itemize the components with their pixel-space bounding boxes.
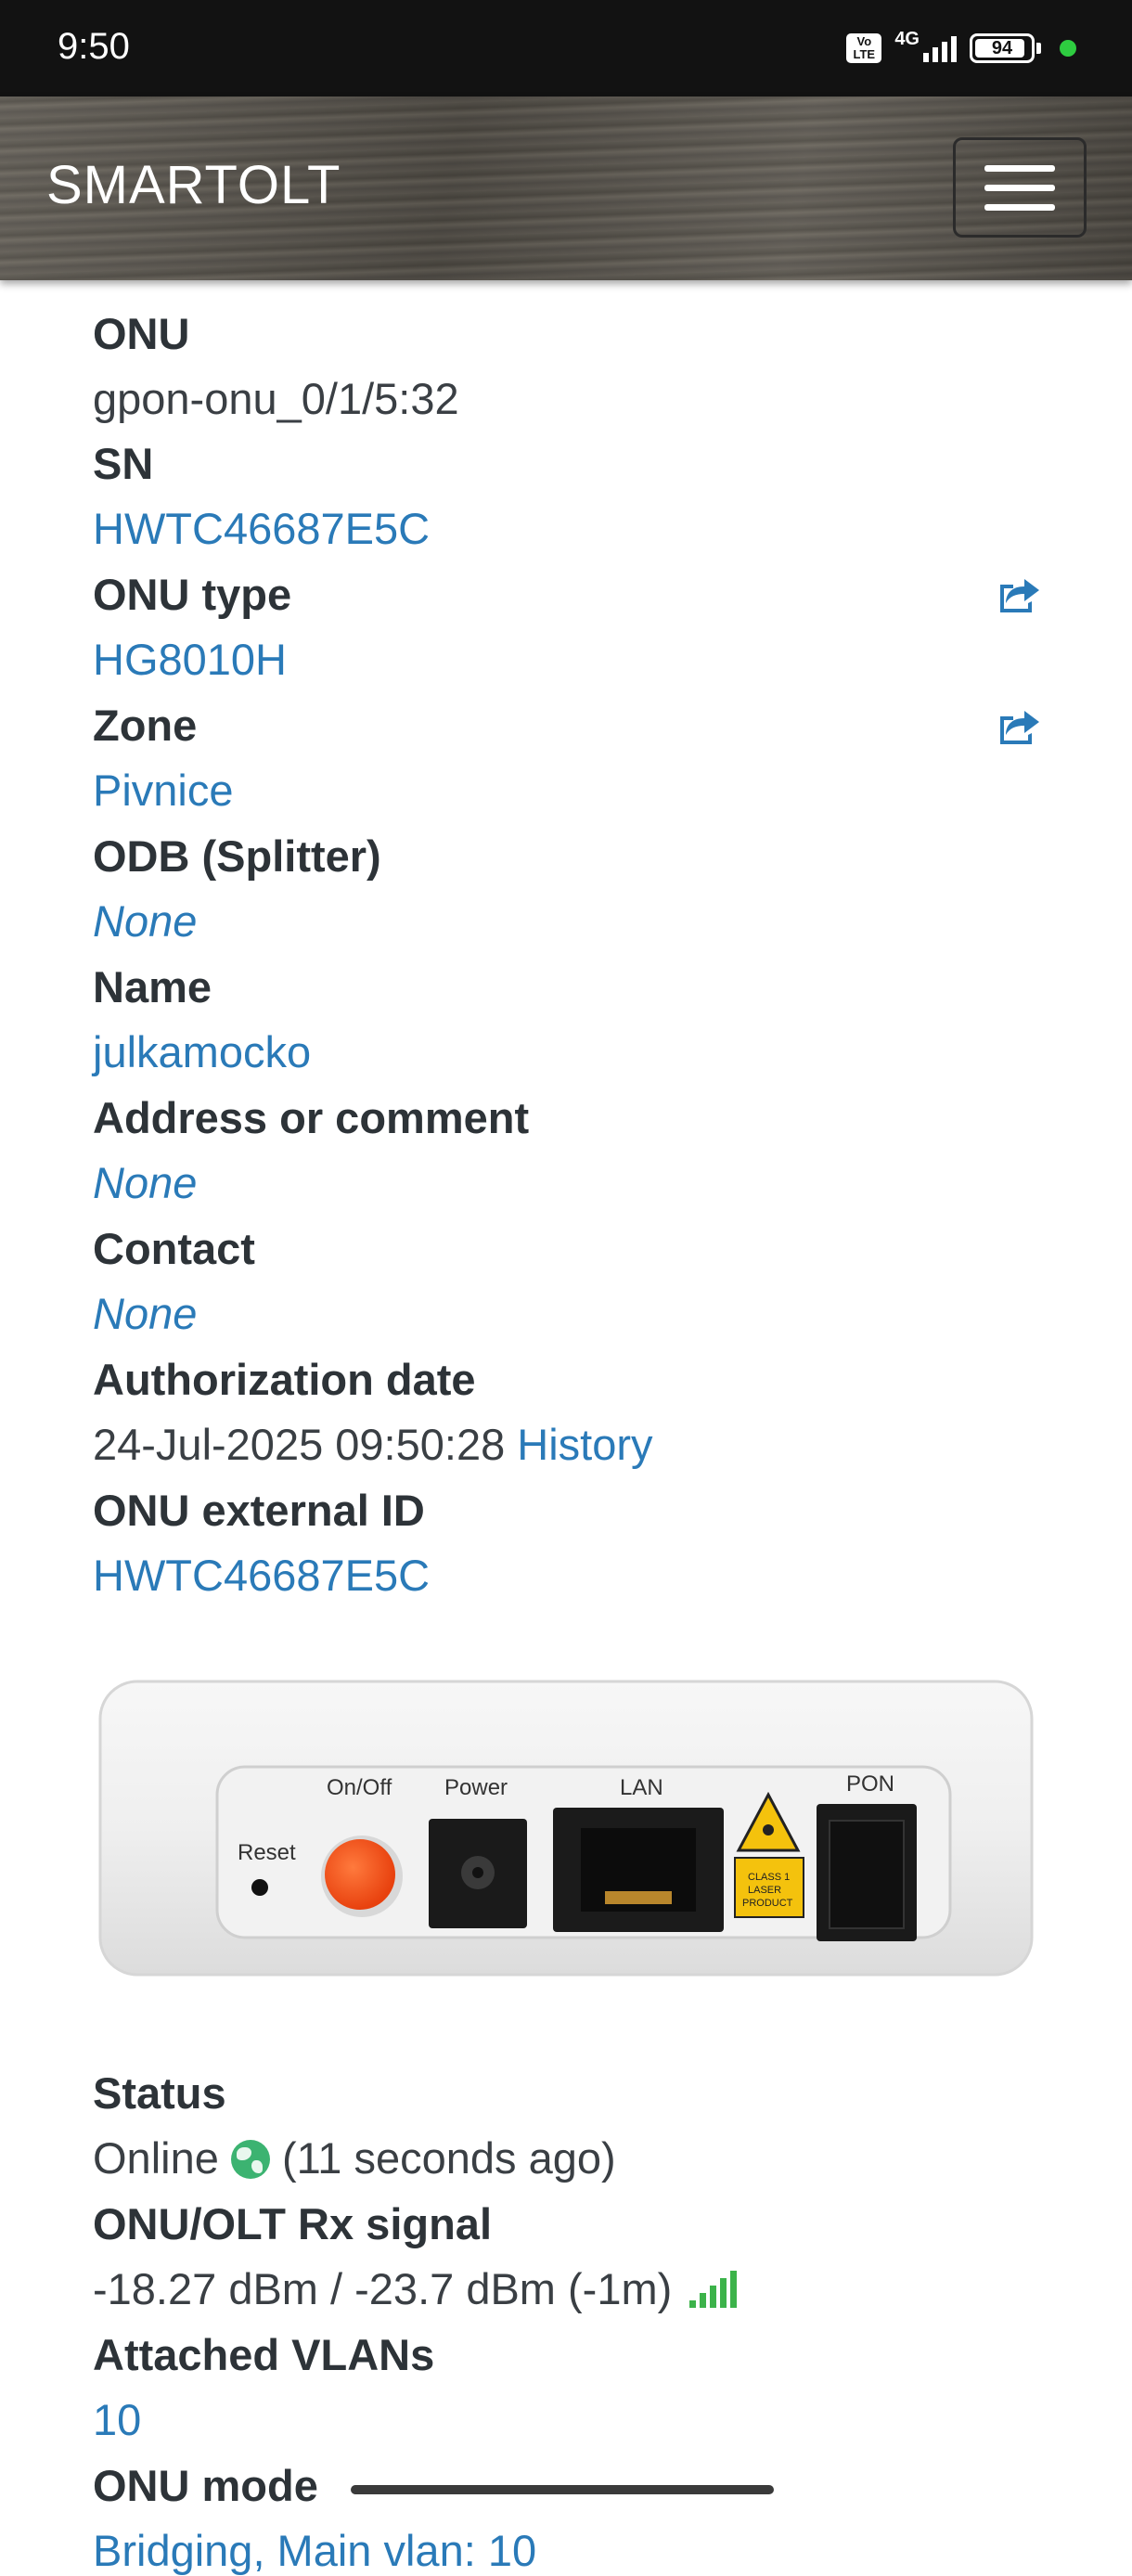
- sn-link[interactable]: HWTC46687E5C: [93, 503, 430, 554]
- system-status-bar: 9:50 Vo LTE 4G 94: [0, 0, 1132, 97]
- app-navbar: SMARTOLT: [0, 97, 1132, 280]
- onu-device-image: Reset On/Off Power LAN CLASS 1 LASER PRO…: [98, 1680, 1034, 1977]
- signal-label: ONU/OLT Rx signal: [93, 2199, 492, 2248]
- vlans-link[interactable]: 10: [93, 2394, 141, 2445]
- volte-icon: Vo LTE: [846, 33, 882, 63]
- battery-level: 94: [991, 37, 1013, 58]
- battery-icon: 94: [970, 33, 1035, 63]
- onu-mode-link[interactable]: Bridging, Main vlan: 10: [93, 2525, 536, 2576]
- authorization-row: 24-Jul-2025 09:50:28 History: [93, 1419, 653, 1470]
- menu-toggle-button[interactable]: [953, 137, 1087, 238]
- privacy-indicator-dot: [1060, 40, 1076, 57]
- address-value[interactable]: None: [93, 1157, 197, 1208]
- address-label: Address or comment: [93, 1093, 530, 1142]
- edit-zone-icon[interactable]: [997, 705, 1041, 746]
- onu-mode-label: ONU mode: [93, 2461, 318, 2510]
- onu-value: gpon-onu_0/1/5:32: [93, 374, 459, 423]
- contact-value[interactable]: None: [93, 1288, 197, 1339]
- zone-link[interactable]: Pivnice: [93, 765, 234, 816]
- globe-icon: [230, 2140, 270, 2179]
- laser-label: CLASS 1: [748, 1872, 790, 1883]
- laser-label-3: PRODUCT: [742, 1898, 793, 1909]
- status-label: Status: [93, 2068, 226, 2118]
- status-value: Online: [93, 2133, 219, 2183]
- external-id-label: ONU external ID: [93, 1486, 425, 1535]
- signal-value: -18.27 dBm / -23.7 dBm (-1m): [93, 2264, 673, 2313]
- battery-tip: [1036, 43, 1041, 54]
- history-link[interactable]: History: [517, 1420, 652, 1469]
- signal-row: -18.27 dBm / -23.7 dBm (-1m): [93, 2263, 738, 2314]
- name-label: Name: [93, 962, 212, 1011]
- cell-signal-icon: [923, 34, 957, 62]
- authorization-date: 24-Jul-2025 09:50:28: [93, 1420, 506, 1469]
- signal-bars-icon: [689, 2271, 738, 2308]
- onoff-label: On/Off: [327, 1775, 392, 1800]
- brand-logo[interactable]: SMARTOLT: [46, 154, 341, 216]
- authorization-label: Authorization date: [93, 1355, 476, 1404]
- odb-value[interactable]: None: [93, 895, 197, 947]
- pon-label: PON: [846, 1771, 894, 1797]
- hamburger-line: [984, 184, 1055, 191]
- network-type: 4G: [894, 28, 920, 49]
- name-link[interactable]: julkamocko: [93, 1026, 311, 1077]
- laser-label-2: LASER: [748, 1885, 781, 1896]
- sn-label: SN: [93, 439, 154, 488]
- status-row: Online (11 seconds ago): [93, 2132, 616, 2183]
- onu-type-label: ONU type: [93, 570, 292, 619]
- hamburger-icon: [984, 164, 1055, 172]
- power-label: Power: [444, 1775, 508, 1800]
- onu-label: ONU: [93, 309, 190, 358]
- status-icons: Vo LTE 4G 94: [846, 28, 1076, 69]
- hamburger-line: [984, 203, 1055, 211]
- home-indicator[interactable]: [351, 2485, 774, 2494]
- reset-label: Reset: [238, 1840, 296, 1865]
- lan-label: LAN: [620, 1775, 663, 1800]
- external-id-link[interactable]: HWTC46687E5C: [93, 1550, 430, 1601]
- contact-label: Contact: [93, 1224, 255, 1273]
- clock: 9:50: [58, 26, 130, 67]
- edit-onu-type-icon[interactable]: [997, 573, 1041, 614]
- vlans-label: Attached VLANs: [93, 2330, 435, 2379]
- odb-label: ODB (Splitter): [93, 831, 381, 881]
- status-ago: (11 seconds ago): [281, 2133, 616, 2183]
- onu-type-link[interactable]: HG8010H: [93, 634, 287, 685]
- zone-label: Zone: [93, 701, 198, 750]
